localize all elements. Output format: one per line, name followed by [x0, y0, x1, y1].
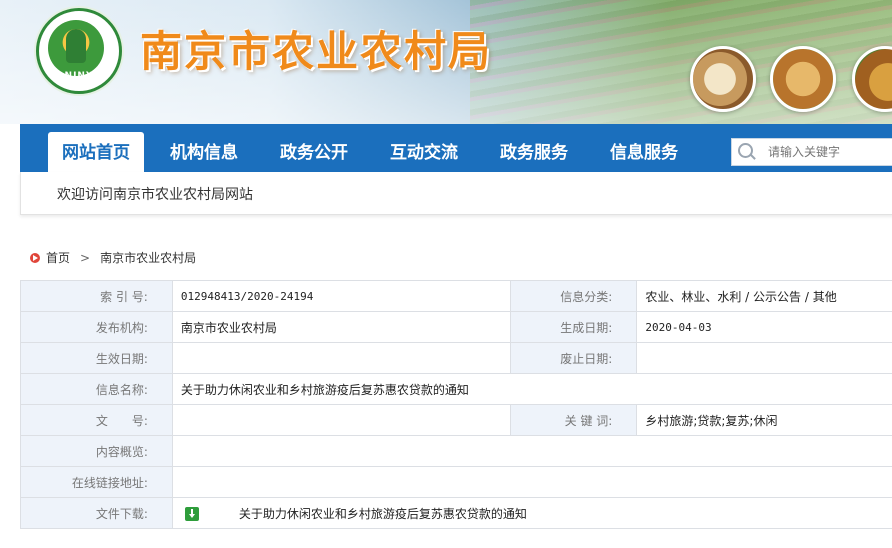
index-label: 索 引 号: — [20, 280, 173, 312]
welcome-bar: 欢迎访问南京市农业农村局网站 — [20, 172, 892, 215]
table-row: 文件下载: 关于助力休闲农业和乡村旅游疫后复苏惠农贷款的通知 — [20, 497, 892, 529]
category-label: 信息分类: — [510, 280, 638, 312]
table-row: 信息名称: 关于助力休闲农业和乡村旅游疫后复苏惠农贷款的通知 — [20, 373, 892, 405]
breadcrumb-current-link[interactable]: 南京市农业农村局 — [100, 251, 196, 265]
logo-text: NJNY — [64, 71, 94, 81]
table-row: 索 引 号: 012948413/2020-24194 信息分类: 农业、林业、… — [20, 280, 892, 312]
nav-item-home[interactable]: 网站首页 — [48, 132, 144, 172]
effective-date-value — [171, 342, 512, 374]
header-banner: NJNY 南京市农业农村局 — [0, 0, 892, 124]
nav-item-gov-services[interactable]: 政务服务 — [500, 124, 568, 172]
breadcrumb-separator: > — [80, 251, 91, 265]
table-row: 生效日期: 废止日期: — [20, 342, 892, 374]
download-file-link[interactable]: 关于助力休闲农业和乡村旅游疫后复苏惠农贷款的通知 — [239, 507, 527, 521]
wheat-sheaf-icon — [66, 29, 86, 63]
effective-date-label: 生效日期: — [20, 342, 173, 374]
keywords-value: 乡村旅游;贷款;复苏;休闲 — [636, 404, 892, 436]
nav-item-info-services[interactable]: 信息服务 — [610, 124, 678, 172]
info-table: 索 引 号: 012948413/2020-24194 信息分类: 农业、林业、… — [20, 280, 892, 529]
overview-value — [171, 435, 892, 467]
site-title: 南京市农业农村局 — [140, 27, 493, 76]
search-box — [731, 138, 892, 166]
site-logo[interactable]: NJNY — [36, 8, 122, 94]
food-photo-grain — [690, 46, 756, 112]
breadcrumb-home-icon — [30, 253, 40, 263]
created-date-value: 2020-04-03 — [636, 311, 892, 343]
food-photo-chicken — [770, 46, 836, 112]
search-icon[interactable] — [738, 143, 753, 158]
table-row: 内容概览: — [20, 435, 892, 467]
keywords-label: 关 键 词: — [510, 404, 638, 436]
expire-date-value — [636, 342, 892, 374]
table-row: 文 号: 关 键 词: 乡村旅游;贷款;复苏;休闲 — [20, 404, 892, 436]
publisher-label: 发布机构: — [20, 311, 173, 343]
doc-number-value — [171, 404, 512, 436]
overview-label: 内容概览: — [20, 435, 173, 467]
index-value: 012948413/2020-24194 — [171, 280, 512, 312]
online-link-value — [171, 466, 892, 498]
doc-number-label: 文 号: — [20, 404, 173, 436]
info-name-value: 关于助力休闲农业和乡村旅游疫后复苏惠农贷款的通知 — [171, 373, 892, 405]
search-input[interactable] — [768, 141, 892, 163]
download-label: 文件下载: — [20, 497, 173, 529]
info-name-label: 信息名称: — [20, 373, 173, 405]
download-icon[interactable] — [184, 506, 199, 521]
breadcrumb-home-link[interactable]: 首页 — [46, 251, 70, 265]
nav-item-org-info[interactable]: 机构信息 — [170, 124, 238, 172]
nav-item-gov-affairs[interactable]: 政务公开 — [280, 124, 348, 172]
created-date-label: 生成日期: — [510, 311, 638, 343]
category-value: 农业、林业、水利 / 公示公告 / 其他 — [636, 280, 892, 312]
table-row: 在线链接地址: — [20, 466, 892, 498]
breadcrumb: 首页 > 南京市农业农村局 — [30, 249, 196, 266]
nav-item-interaction[interactable]: 互动交流 — [390, 124, 458, 172]
download-cell: 关于助力休闲农业和乡村旅游疫后复苏惠农贷款的通知 — [171, 497, 892, 529]
expire-date-label: 废止日期: — [510, 342, 638, 374]
online-link-label: 在线链接地址: — [20, 466, 173, 498]
table-row: 发布机构: 南京市农业农村局 生成日期: 2020-04-03 — [20, 311, 892, 343]
publisher-value: 南京市农业农村局 — [171, 311, 512, 343]
welcome-text: 欢迎访问南京市农业农村局网站 — [57, 187, 253, 203]
